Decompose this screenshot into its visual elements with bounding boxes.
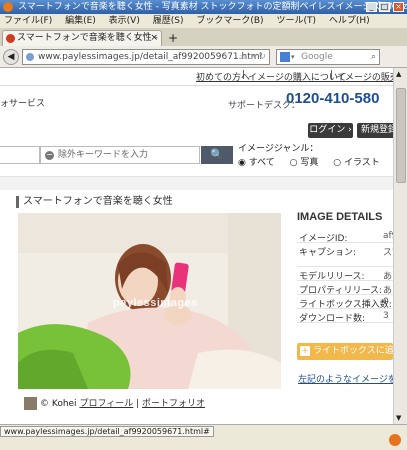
portfolio-link[interactable]: ポートフォリオ [142,399,205,409]
web-page: 初めての方へ | イメージの購入について | イメージの販売 ォサービス サポー… [0,68,393,424]
link-separator: | [242,70,246,80]
firefox-icon [3,2,13,12]
header-divider [0,85,393,86]
detail-value: スマ [383,248,393,258]
credit-text: © Kohei [40,399,77,409]
tab-label: スマートフォンで音楽を聴く女性 - 写真素材 ス... [17,33,161,43]
genre-radio-all[interactable]: ◉ すべて [238,158,281,168]
plus-icon: + [300,346,310,356]
genre-photo-label: 写真 [300,158,319,168]
login-arrow-icon: › [348,125,352,135]
keyword-input[interactable] [0,146,40,164]
photographer-avatar [24,397,37,410]
genre-label: イメージジャンル： [238,144,319,154]
detail-row: イメージID:af9 [297,229,393,244]
breadcrumb-bar [0,176,393,190]
browser-tab[interactable]: スマートフォンで音楽を聴く女性 - 写真素材 ス... × [2,30,162,46]
register-button[interactable]: 新規登録(無 [357,123,393,138]
back-button[interactable]: ◀ [3,49,19,65]
url-dropdown-icon[interactable]: ▾ [252,50,257,64]
brand-text: ォサービス [0,99,46,109]
site-favicon-icon [6,34,15,43]
header-links: 初めての方へ | イメージの購入について | イメージの販売 [190,70,393,84]
similar-images-link[interactable]: 左記のようなイメージを撮影し [298,372,393,385]
minimize-button[interactable]: _ [366,2,377,12]
detail-row: ダウンロード数: 3 [297,309,393,324]
register-label: 新規登録(無 [361,125,393,135]
image-title: スマートフォンで音楽を聴く女性 [16,196,173,208]
search-button[interactable]: 🔍 [201,146,233,164]
scroll-up-icon[interactable]: ▲ [396,70,401,78]
url-bar[interactable]: www.paylessimages.jp/detail_af9920059671… [22,49,270,65]
add-to-lightbox-button[interactable]: + ライトボックスに追加 [297,343,393,360]
tab-bar: スマートフォンで音楽を聴く女性 - 写真素材 ス... × + [0,28,407,46]
site-identity-icon[interactable] [26,53,34,61]
detail-row: モデルリリース:あり [297,267,393,282]
search-magnifier-icon[interactable]: ⌕ [371,50,376,64]
support-phone: 0120-410-580 [286,90,380,107]
login-label: ログイン [309,125,346,135]
photo-watermark: paylessimages [113,297,198,309]
stock-photo[interactable]: paylessimages [18,213,281,389]
menu-view[interactable]: 表示(V) [109,16,140,26]
google-engine-icon[interactable] [280,52,290,62]
detail-value: 0 [383,297,389,307]
image-details-panel: IMAGE DETAILS イメージID:af9 キャプション: スマ モデルリリ… [297,211,393,324]
navigation-toolbar: ◀ www.paylessimages.jp/detail_af99200596… [0,46,407,68]
detail-key: キャプション: [299,248,357,258]
genre-illust-label: イラスト [343,158,380,168]
photo-credit: © Kohei プロフィール | ポートフォリオ [24,396,205,410]
menu-help[interactable]: ヘルプ(H) [329,16,370,26]
status-bar: www.paylessimages.jp/detail_af9920059671… [0,424,407,450]
details-heading: IMAGE DETAILS [297,211,383,223]
menu-file[interactable]: ファイル(F) [4,16,52,26]
menu-bookmarks[interactable]: ブックマーク(B) [196,16,263,26]
exclude-keyword-input[interactable]: − 除外キーワードを入力 [40,146,200,164]
detail-value: af9 [383,231,393,241]
scroll-down-icon[interactable]: ▼ [396,414,401,422]
tab-close-icon[interactable]: × [150,31,158,46]
profile-link[interactable]: プロフィール [79,399,133,409]
link-sell[interactable]: イメージの販売 [336,70,393,83]
genre-all-label: すべて [248,158,275,168]
close-window-button[interactable]: × [393,2,404,12]
page-scrollbar[interactable]: ▲ ▼ [393,68,407,424]
lightbox-label: ライトボックスに追加 [313,346,393,356]
status-url: www.paylessimages.jp/detail_af9920059671… [0,426,214,437]
window-title: スマートフォンで音楽を聴く女性 - 写真素材 ストックフォトの定額制ペイレスイメ… [18,2,407,12]
detail-row: ライトボックス挿入数: 0 [297,295,393,310]
search-box[interactable]: ▾ Google ⌕ [276,49,380,65]
menu-edit[interactable]: 編集(E) [65,16,96,26]
genre-selector: イメージジャンル： ◉ すべて ○ 写真 ○ イラスト ○ ベ [238,144,393,168]
link-separator: | [330,70,334,80]
menu-history[interactable]: 履歴(S) [153,16,184,26]
engine-dropdown-icon[interactable]: ▾ [291,50,295,64]
detail-value: 3 [383,311,389,321]
detail-row: プロパティリリース:あり [297,281,393,296]
menubar: ファイル(F) 編集(E) 表示(V) 履歴(S) ブックマーク(B) ツール(… [0,14,407,28]
minus-icon: − [45,150,54,160]
detail-key: ダウンロード数: [299,314,366,324]
genre-radio-illust[interactable]: ○ イラスト [333,158,386,168]
maximize-button[interactable]: □ [379,2,390,12]
menu-tools[interactable]: ツール(T) [276,16,316,26]
new-tab-button[interactable]: + [168,31,178,45]
bookmark-star-icon[interactable]: ☆ [239,50,247,64]
firefox-addon-icon[interactable] [389,434,401,446]
reload-icon[interactable]: ↻ [258,50,266,64]
search-row: − 除外キーワードを入力 🔍 イメージジャンル： ◉ すべて ○ 写真 ○ イラ… [0,144,393,168]
exclude-placeholder: 除外キーワードを入力 [58,150,149,160]
search-placeholder: Google [301,52,333,62]
scroll-thumb[interactable] [396,88,406,183]
window-titlebar: スマートフォンで音楽を聴く女性 - 写真素材 ストックフォトの定額制ペイレスイメ… [0,0,407,14]
genre-radio-photo[interactable]: ○ 写真 [290,158,325,168]
login-button[interactable]: ログイン › [308,123,353,138]
url-text: www.paylessimages.jp/detail_af9920059671… [38,52,263,62]
detail-row: キャプション: スマ [297,243,393,267]
